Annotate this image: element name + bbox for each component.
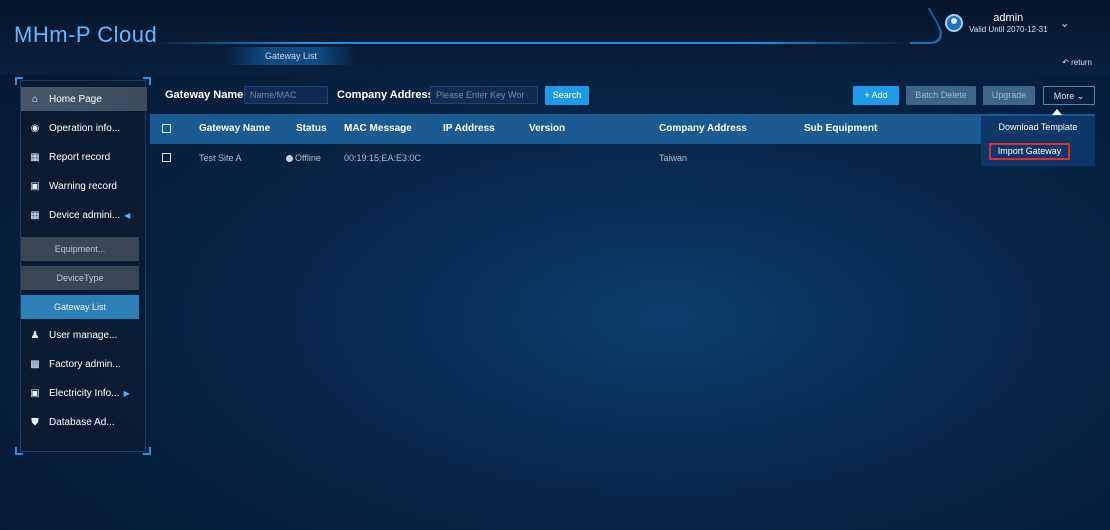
sidebar-subitem-label: Equipment...: [54, 244, 106, 254]
search-button[interactable]: Search: [545, 86, 589, 105]
caret-right-icon: ▶: [123, 388, 130, 398]
sidebar-item-electricity[interactable]: ▣ Electricity Info... ▶: [21, 381, 147, 405]
column-header: Sub Equipment: [804, 123, 878, 134]
menu-item-import-gateway[interactable]: Import Gateway: [989, 143, 1070, 160]
corner-decoration: [15, 447, 23, 455]
column-header: MAC Message: [344, 123, 412, 134]
status-text: Offline: [295, 153, 321, 163]
home-icon: ⌂: [31, 93, 39, 105]
sidebar-item-user[interactable]: ♟ User manage...: [21, 323, 147, 347]
tab-gateway-list[interactable]: Gateway List: [226, 47, 356, 65]
user-valid-until: Valid Until 2070-12-31: [969, 24, 1048, 34]
column-header: Company Address: [659, 123, 747, 134]
cell-status: Offline: [286, 146, 321, 170]
sidebar-item-label: Electricity Info...: [49, 387, 120, 399]
corner-decoration: [15, 77, 23, 85]
upgrade-button[interactable]: Upgrade: [983, 86, 1035, 105]
select-all-checkbox[interactable]: [162, 124, 171, 133]
chevron-down-icon: ⌄: [1076, 91, 1085, 101]
return-button[interactable]: ↶ return: [1062, 58, 1092, 67]
user-info: admin Valid Until 2070-12-31: [969, 11, 1048, 34]
column-header: Gateway Name: [199, 123, 271, 134]
table-row[interactable]: Test Site A Offline 00:19:15:EA:E3:0C Ta…: [150, 146, 1095, 170]
dropdown-caret-icon: [1052, 109, 1062, 115]
sidebar-item-label: Device admini...: [49, 209, 121, 221]
sidebar-item-label: Database Ad...: [49, 416, 115, 428]
report-icon: ▦: [30, 151, 40, 163]
status-dot-icon: [286, 155, 293, 162]
more-button[interactable]: More ⌄: [1043, 86, 1095, 105]
cell-company-address: Taiwan: [659, 153, 688, 163]
more-label: More: [1053, 91, 1075, 101]
return-label: return: [1071, 58, 1092, 67]
column-header: IP Address: [443, 123, 495, 134]
gateway-name-label: Gateway Name: [165, 89, 244, 101]
gear-icon: ◉: [30, 122, 40, 134]
corner-decoration: [143, 77, 151, 85]
database-icon: ⛊: [31, 416, 39, 428]
sidebar-item-device[interactable]: ▦ Device admini... ◀: [21, 203, 147, 227]
return-icon: ↶: [1062, 58, 1069, 67]
sidebar-item-label: Operation info...: [49, 122, 121, 134]
sidebar-item-label: Home Page: [49, 93, 102, 105]
caret-left-icon: ◀: [124, 210, 131, 220]
sidebar-subitem-label: Gateway List: [53, 302, 107, 312]
sidebar-subitem-label: DeviceType: [56, 273, 104, 283]
sidebar-subitem-devicetype[interactable]: DeviceType: [21, 266, 139, 290]
sidebar-item-label: User manage...: [49, 329, 118, 341]
column-header: Version: [529, 123, 566, 134]
batch-delete-button[interactable]: Batch Delete: [906, 86, 976, 105]
gateway-name-input[interactable]: Name/MAC: [244, 86, 328, 104]
sidebar-item-report[interactable]: ▦ Report record: [21, 145, 147, 169]
cell-gateway-name: Test Site A: [199, 153, 242, 163]
column-header: Status: [296, 123, 327, 134]
warning-icon: ▣: [30, 180, 40, 192]
sidebar-item-warning[interactable]: ▣ Warning record: [21, 174, 147, 198]
sidebar-item-database[interactable]: ⛊ Database Ad...: [21, 410, 147, 434]
add-button[interactable]: + Add: [853, 86, 899, 105]
cell-mac: 00:19:15:EA:E3:0C: [344, 153, 422, 163]
user-menu[interactable]: admin Valid Until 2070-12-31 ⌄: [945, 8, 1070, 38]
sidebar-item-label: Factory admin...: [49, 358, 121, 370]
sidebar-item-factory[interactable]: ▩ Factory admin...: [21, 352, 147, 376]
top-header: MHm-P Cloud Gateway List admin Valid Unt…: [0, 0, 1110, 75]
sidebar-subitem-equipment[interactable]: Equipment...: [21, 237, 139, 261]
app-title: MHm-P Cloud: [14, 22, 158, 47]
header-divider: [150, 42, 910, 44]
user-icon: ♟: [30, 329, 40, 341]
company-address-input[interactable]: Please Enter Key Wor: [430, 86, 538, 104]
company-address-label: Company Address: [337, 89, 434, 101]
table-header: Gateway Name Status MAC Message IP Addre…: [150, 114, 1095, 144]
sidebar-subitem-gateway-list[interactable]: Gateway List: [21, 295, 139, 319]
device-icon: ▦: [30, 209, 40, 221]
chevron-down-icon[interactable]: ⌄: [1060, 16, 1070, 30]
user-name: admin: [993, 11, 1024, 24]
sidebar-item-label: Report record: [49, 151, 111, 163]
sidebar: ⌂ Home Page ◉ Operation info... ▦ Report…: [15, 77, 151, 455]
row-checkbox[interactable]: [162, 153, 171, 162]
factory-icon: ▩: [30, 358, 40, 370]
header-decoration: [889, 8, 951, 44]
sidebar-item-home[interactable]: ⌂ Home Page: [21, 87, 147, 111]
menu-item-download-template[interactable]: Download Template: [981, 122, 1095, 132]
sidebar-item-label: Warning record: [49, 180, 117, 192]
sidebar-item-operation[interactable]: ◉ Operation info...: [21, 116, 147, 140]
electricity-icon: ▣: [30, 387, 40, 399]
avatar-icon: [945, 14, 963, 32]
corner-decoration: [143, 447, 151, 455]
